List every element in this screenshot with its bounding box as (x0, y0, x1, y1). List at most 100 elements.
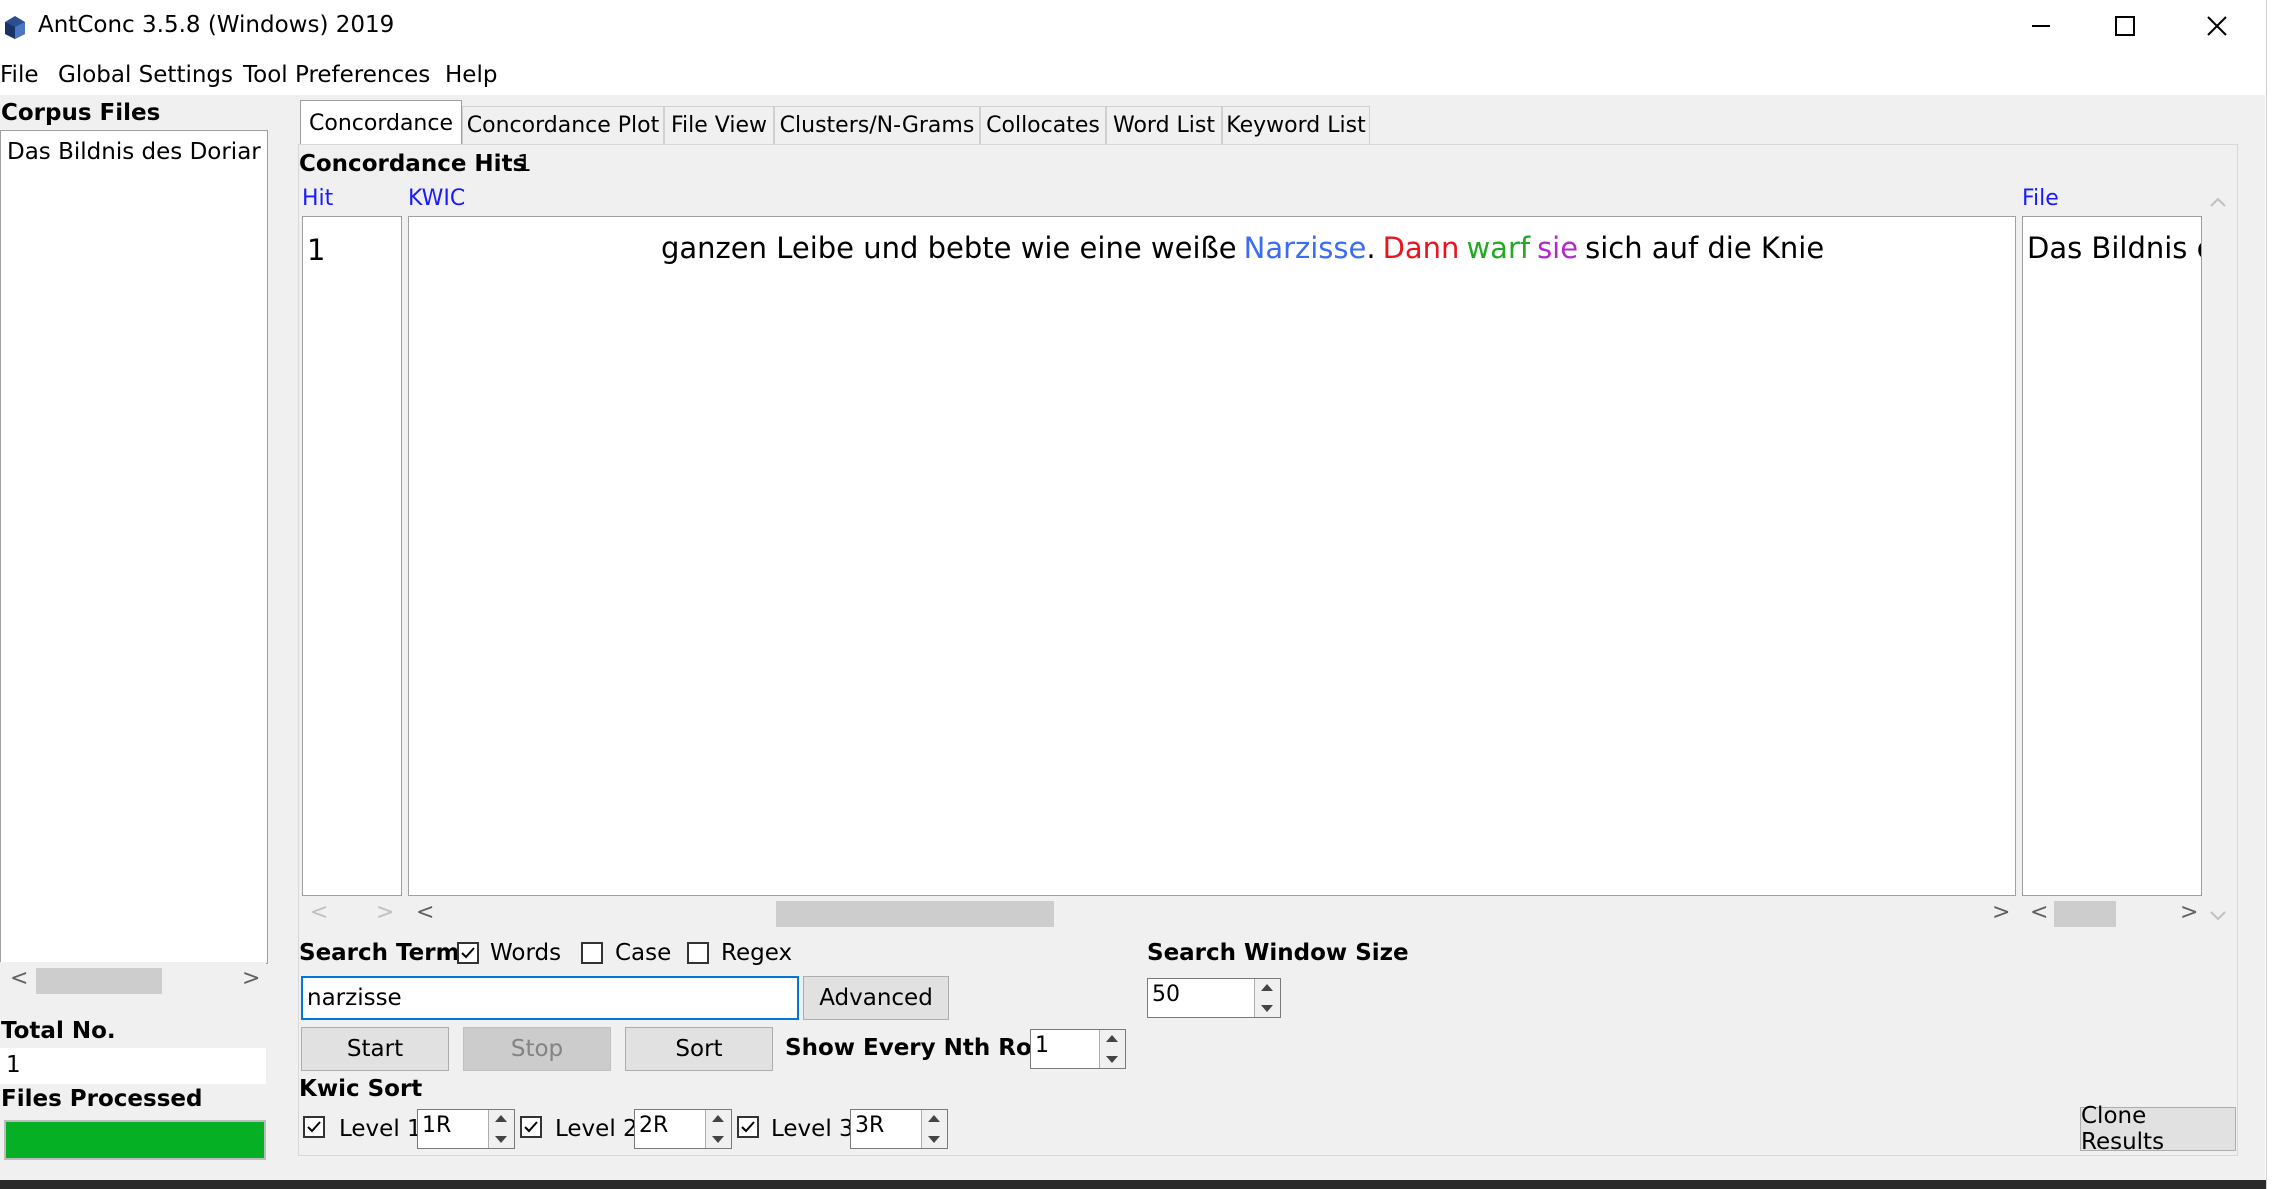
scroll-left-arrow[interactable]: < (10, 966, 28, 991)
search-window-size-label: Search Window Size (1147, 940, 1409, 966)
kwic-sort-label: Kwic Sort (299, 1076, 423, 1102)
regex-checkbox[interactable] (687, 942, 709, 964)
kwic-pane-scrollbar[interactable]: < > (408, 898, 2016, 934)
level-1-checkbox[interactable] (303, 1116, 325, 1138)
level-2-spinner[interactable]: 2R (634, 1109, 732, 1149)
spinner-arrows[interactable] (705, 1110, 731, 1148)
spinner-arrows[interactable] (488, 1110, 514, 1148)
case-checkbox[interactable] (581, 942, 603, 964)
file-pane[interactable]: Das Bildnis c (2022, 216, 2202, 896)
vertical-scroll-up-arrow[interactable] (2208, 190, 2228, 215)
search-window-size-value: 50 (1152, 982, 1180, 1007)
spinner-arrows[interactable] (1254, 979, 1280, 1017)
menu-tool-preferences[interactable]: Tool Preferences (243, 62, 430, 88)
antconc-app-icon (2, 14, 28, 40)
kwic-pane[interactable]: ganzen Leibe und bebte wie eine weiße Na… (408, 216, 2016, 896)
search-term-input[interactable]: narzisse (301, 976, 799, 1020)
stop-button[interactable]: Stop (463, 1027, 611, 1071)
spin-down-icon[interactable] (1261, 1005, 1273, 1012)
scroll-right-arrow[interactable]: > (242, 966, 260, 991)
scroll-right-arrow[interactable]: > (1992, 900, 2010, 925)
spin-up-icon[interactable] (495, 1115, 507, 1122)
hit-number: 1 (307, 233, 326, 267)
level-1-value: 1R (422, 1113, 452, 1138)
file-pane-scrollbar[interactable]: < > (2022, 898, 2202, 934)
start-button[interactable]: Start (301, 1027, 449, 1071)
chevron-down-icon (2210, 911, 2226, 921)
file-name-cell: Das Bildnis c (2027, 231, 2202, 265)
scroll-thumb[interactable] (36, 968, 162, 994)
nth-row-spinner[interactable]: 1 (1030, 1029, 1126, 1069)
level-3-value: 3R (855, 1113, 885, 1138)
spin-down-icon[interactable] (928, 1136, 940, 1143)
words-checkbox[interactable] (457, 942, 479, 964)
menu-file[interactable]: File (0, 62, 39, 88)
vertical-scroll-down-arrow[interactable] (2208, 904, 2228, 929)
kwic-r3-word: sie (1537, 231, 1579, 265)
concordance-hits-label: Concordance Hits (299, 151, 527, 177)
tab-collocates[interactable]: Collocates (980, 106, 1106, 144)
window-title: AntConc 3.5.8 (Windows) 2019 (38, 12, 395, 38)
corpus-file-item[interactable]: Das Bildnis des Doriar (7, 139, 265, 165)
scroll-right-arrow[interactable]: > (376, 900, 394, 925)
spin-up-icon[interactable] (928, 1115, 940, 1122)
kwic-r2-word: warf (1466, 231, 1531, 265)
search-window-size-spinner[interactable]: 50 (1147, 978, 1281, 1018)
level-3-spinner[interactable]: 3R (850, 1109, 948, 1149)
menu-global-settings[interactable]: Global Settings (58, 62, 233, 88)
sort-button[interactable]: Sort (625, 1027, 773, 1071)
level-1-spinner[interactable]: 1R (417, 1109, 515, 1149)
spin-up-icon[interactable] (712, 1115, 724, 1122)
total-no-label: Total No. (1, 1018, 116, 1044)
level-3-checkbox[interactable] (737, 1116, 759, 1138)
spin-down-icon[interactable] (495, 1136, 507, 1143)
tab-concordance-plot[interactable]: Concordance Plot (462, 106, 664, 144)
hit-number-pane[interactable]: 1 (302, 216, 402, 896)
scroll-left-arrow[interactable]: < (310, 900, 328, 925)
total-no-value: 1 (6, 1052, 21, 1078)
scroll-left-arrow[interactable]: < (2030, 900, 2048, 925)
column-header-kwic[interactable]: KWIC (408, 186, 465, 211)
menu-help[interactable]: Help (445, 62, 497, 88)
kwic-line[interactable]: ganzen Leibe und bebte wie eine weiße Na… (661, 231, 1824, 265)
clone-results-button[interactable]: Clone Results (2080, 1103, 2236, 1155)
column-header-file[interactable]: File (2022, 186, 2059, 211)
kwic-left-context: ganzen Leibe und bebte wie eine weiße (661, 231, 1237, 265)
tab-file-view[interactable]: File View (664, 106, 774, 144)
kwic-r1-word: Dann (1382, 231, 1460, 265)
check-icon (461, 947, 475, 959)
spin-up-icon[interactable] (1261, 984, 1273, 991)
scroll-left-arrow[interactable]: < (416, 900, 434, 925)
maximize-icon (2115, 16, 2135, 36)
kwic-punctuation: . (1366, 231, 1376, 265)
scroll-thumb[interactable] (776, 901, 1054, 927)
advanced-button[interactable]: Advanced (803, 976, 949, 1020)
scroll-thumb[interactable] (2054, 901, 2116, 927)
level-2-label: Level 2 (555, 1116, 638, 1142)
tab-concordance[interactable]: Concordance (300, 100, 462, 146)
corpus-files-scrollbar[interactable]: < > (0, 962, 266, 1000)
spin-down-icon[interactable] (712, 1136, 724, 1143)
column-header-hit[interactable]: Hit (302, 186, 333, 211)
spinner-arrows[interactable] (921, 1110, 947, 1148)
tab-clusters-ngrams[interactable]: Clusters/N-Grams (774, 106, 980, 144)
window-bottom-edge (0, 1180, 2266, 1189)
concordance-hits-value: 1 (517, 151, 532, 177)
chevron-up-icon (2210, 197, 2226, 207)
spin-up-icon[interactable] (1106, 1035, 1118, 1042)
spin-down-icon[interactable] (1106, 1056, 1118, 1063)
search-term-label: Search Term (299, 940, 460, 966)
spinner-arrows[interactable] (1099, 1030, 1125, 1068)
maximize-button[interactable] (2080, 0, 2170, 52)
level-2-checkbox[interactable] (520, 1116, 542, 1138)
files-processed-progress-bar (4, 1120, 266, 1160)
check-icon (741, 1121, 755, 1133)
close-button[interactable] (2172, 0, 2262, 52)
corpus-files-label: Corpus Files (1, 100, 161, 126)
tab-word-list[interactable]: Word List (1106, 106, 1222, 144)
hit-pane-scrollbar[interactable]: < > (302, 898, 402, 934)
corpus-files-list[interactable]: Das Bildnis des Doriar (0, 130, 268, 964)
tab-keyword-list[interactable]: Keyword List (1222, 106, 1370, 144)
minimize-button[interactable] (1996, 0, 2086, 52)
scroll-right-arrow[interactable]: > (2180, 900, 2198, 925)
